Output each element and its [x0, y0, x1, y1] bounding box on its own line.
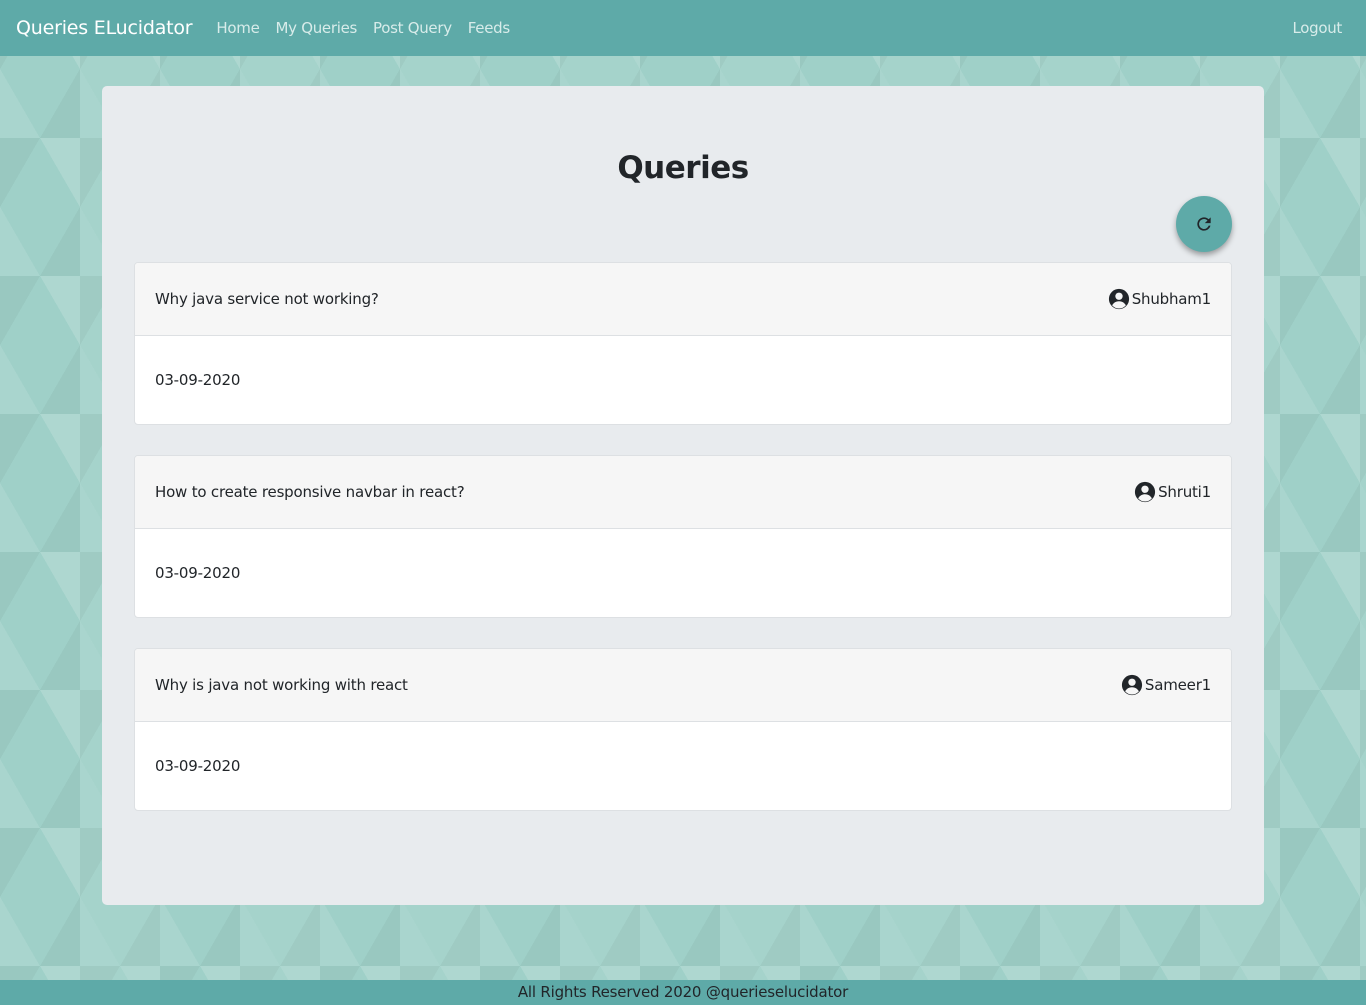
refresh-button[interactable] — [1176, 196, 1232, 252]
query-question[interactable]: Why is java not working with react — [155, 676, 408, 694]
footer-text: All Rights Reserved 2020 @querieselucida… — [517, 983, 849, 1001]
query-author: Sameer1 — [1121, 674, 1211, 696]
query-card-header: How to create responsive navbar in react… — [135, 456, 1231, 529]
query-card-header: Why java service not working? Shubham1 — [135, 263, 1231, 336]
query-card-body: 03-09-2020 — [135, 722, 1231, 810]
query-author: Shruti1 — [1134, 481, 1211, 503]
query-card-body: 03-09-2020 — [135, 336, 1231, 424]
query-question[interactable]: How to create responsive navbar in react… — [155, 483, 465, 501]
page-title: Queries — [617, 150, 749, 186]
query-author-name: Shubham1 — [1131, 290, 1212, 308]
user-circle-icon — [1121, 674, 1142, 696]
user-circle-icon — [1108, 288, 1129, 310]
query-card[interactable]: Why is java not working with react Samee… — [134, 648, 1232, 811]
nav-home[interactable]: Home — [208, 19, 267, 37]
refresh-icon — [1197, 217, 1211, 231]
queries-panel: Queries Why java service not working? Sh… — [102, 86, 1264, 905]
query-card[interactable]: Why java service not working? Shubham1 0… — [134, 262, 1232, 425]
brand-logo[interactable]: Queries ELucidator — [16, 17, 193, 39]
query-date: 03-09-2020 — [155, 564, 241, 582]
query-question[interactable]: Why java service not working? — [155, 290, 379, 308]
query-card-header: Why is java not working with react Samee… — [135, 649, 1231, 722]
nav-my-queries[interactable]: My Queries — [268, 19, 366, 37]
logout-link[interactable]: Logout — [1292, 19, 1350, 37]
user-circle-icon — [1135, 481, 1156, 503]
footer: All Rights Reserved 2020 @querieselucida… — [0, 980, 1366, 1005]
nav-post-query[interactable]: Post Query — [365, 19, 460, 37]
nav-feeds[interactable]: Feeds — [460, 19, 518, 37]
query-date: 03-09-2020 — [155, 371, 241, 389]
query-card[interactable]: How to create responsive navbar in react… — [134, 455, 1232, 618]
query-author-name: Shruti1 — [1158, 483, 1211, 501]
query-author: Shubham1 — [1108, 288, 1211, 310]
top-navbar: Queries ELucidator Home My Queries Post … — [0, 0, 1366, 56]
query-date: 03-09-2020 — [155, 757, 241, 775]
query-author-name: Sameer1 — [1144, 676, 1211, 694]
query-card-body: 03-09-2020 — [135, 529, 1231, 617]
